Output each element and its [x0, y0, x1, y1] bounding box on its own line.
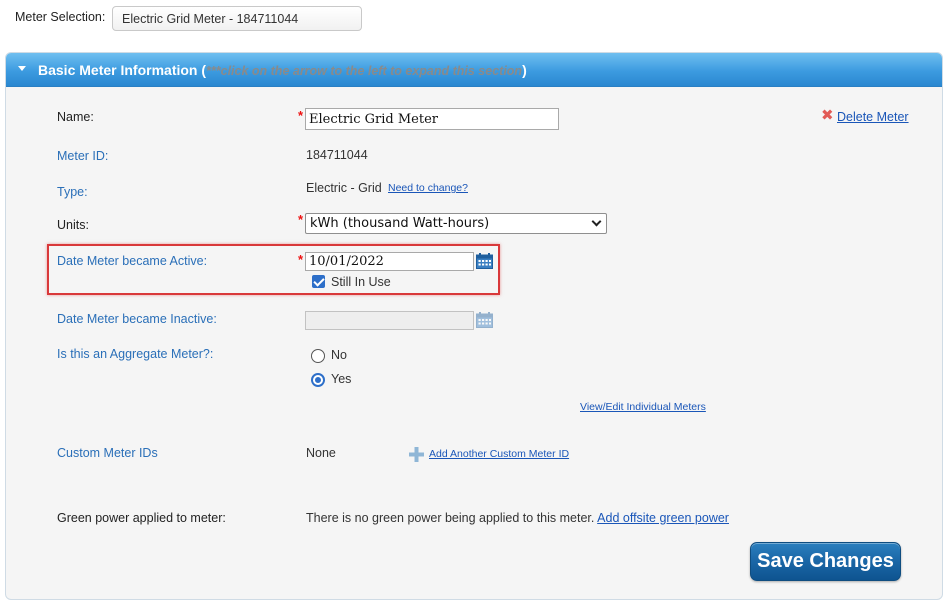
green-power-text: There is no green power being applied to… [306, 511, 595, 525]
add-offsite-green-power-link[interactable]: Add offsite green power [597, 511, 729, 525]
name-input[interactable]: Electric Grid Meter [305, 108, 559, 130]
still-in-use-checkbox[interactable] [312, 275, 325, 288]
view-edit-individual-meters-link[interactable]: View/Edit Individual Meters [580, 401, 706, 413]
delete-meter-link[interactable]: Delete Meter [837, 110, 909, 124]
custom-ids-value: None [306, 446, 336, 460]
aggregate-yes-radio[interactable] [311, 373, 325, 387]
meter-selection-dropdown[interactable]: Electric Grid Meter - 184711044 [112, 6, 362, 31]
required-marker: * [298, 212, 304, 227]
calendar-icon[interactable] [476, 312, 493, 328]
active-date-label: Date Meter became Active: [57, 254, 208, 268]
need-to-change-link[interactable]: Need to change? [388, 182, 468, 194]
add-plus-icon[interactable] [409, 447, 424, 462]
meter-id-label: Meter ID: [57, 149, 109, 163]
chevron-down-icon [591, 216, 602, 227]
required-marker: * [298, 252, 304, 267]
save-changes-button[interactable]: Save Changes [750, 542, 901, 581]
delete-x-icon[interactable]: ✖ [821, 108, 834, 123]
meter-id-value: 184711044 [306, 148, 368, 162]
section-title: Basic Meter Information (***click on the… [38, 62, 527, 78]
still-in-use-label: Still In Use [331, 275, 391, 289]
add-custom-meter-id-link[interactable]: Add Another Custom Meter ID [429, 448, 569, 460]
inactive-date-input[interactable] [305, 311, 474, 330]
collapse-arrow-icon[interactable] [18, 66, 26, 71]
type-value: Electric - Grid [306, 181, 382, 195]
calendar-icon[interactable] [476, 253, 493, 269]
active-date-input[interactable]: 10/01/2022 [305, 252, 474, 271]
custom-ids-label: Custom Meter IDs [57, 446, 158, 460]
aggregate-yes-label: Yes [331, 372, 352, 386]
type-label: Type: [57, 185, 88, 199]
meter-selection-label: Meter Selection: [15, 10, 106, 24]
units-select[interactable]: kWh (thousand Watt-hours) [305, 213, 607, 234]
aggregate-no-radio[interactable] [311, 349, 325, 363]
green-power-row: There is no green power being applied to… [306, 511, 729, 525]
section-header[interactable]: Basic Meter Information (***click on the… [6, 53, 942, 87]
units-selected-value: kWh (thousand Watt-hours) [310, 216, 490, 231]
name-label: Name: [57, 110, 94, 124]
inactive-date-label: Date Meter became Inactive: [57, 312, 217, 326]
aggregate-no-label: No [331, 348, 347, 362]
units-label: Units: [57, 218, 89, 232]
section-hint: ***click on the arrow to the left to exp… [206, 64, 523, 78]
aggregate-label: Is this an Aggregate Meter?: [57, 347, 214, 361]
green-power-label: Green power applied to meter: [57, 511, 226, 525]
required-marker: * [298, 108, 304, 123]
